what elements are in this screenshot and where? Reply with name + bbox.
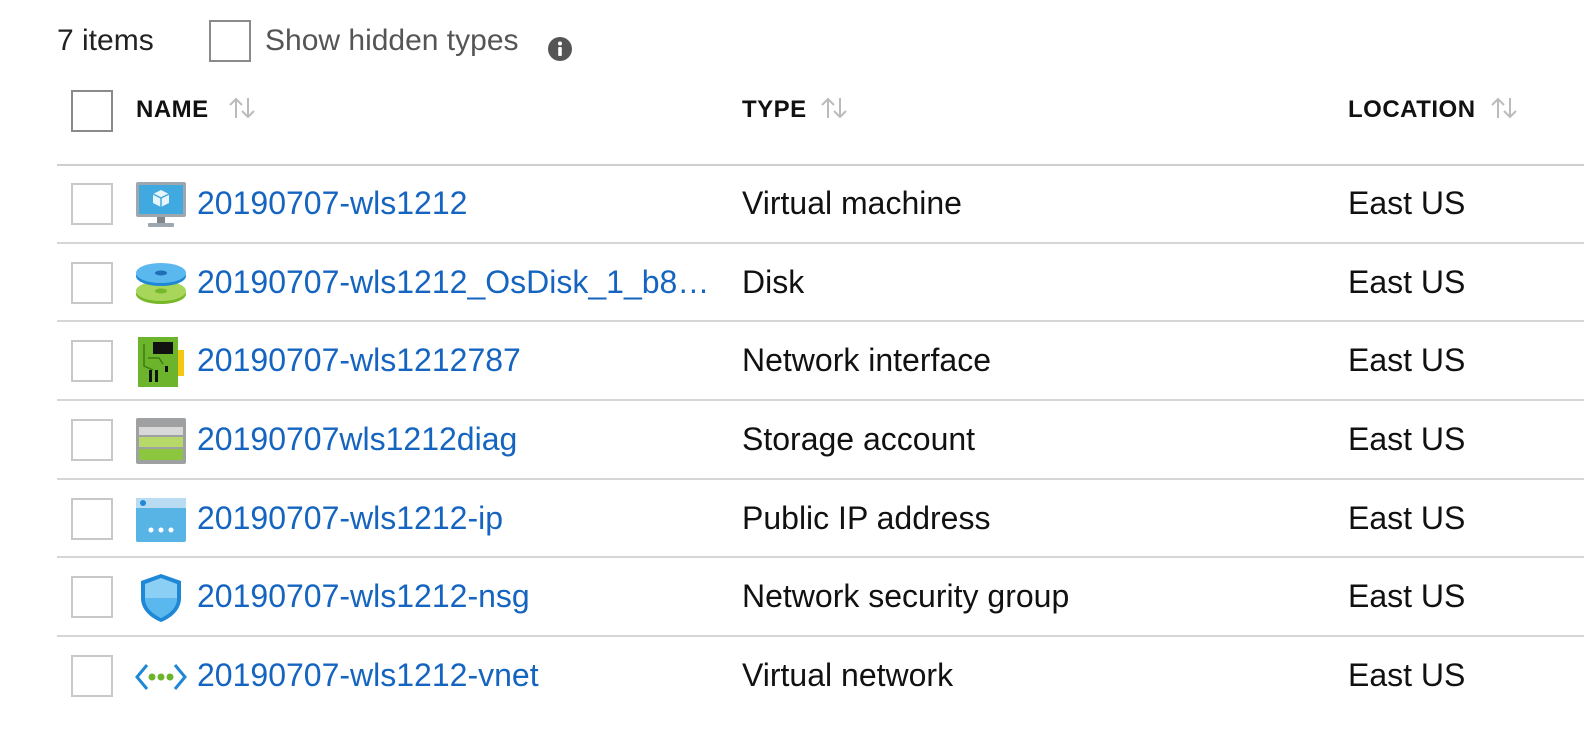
resource-location: East US	[1348, 578, 1466, 615]
table-header: NAME TYPE LOCATION	[0, 88, 1584, 166]
resource-type: Virtual network	[742, 657, 954, 694]
resource-location: East US	[1348, 499, 1466, 536]
row-checkbox[interactable]	[71, 655, 113, 698]
resource-name-link[interactable]: 20190707wls1212diag	[197, 421, 517, 458]
row-checkbox[interactable]	[71, 183, 113, 225]
row-checkbox[interactable]	[71, 340, 113, 383]
table-row: 20190707-wls1212_OsDisk_1_b8f9a… Disk Ea…	[57, 244, 1584, 323]
public-ip-icon	[136, 497, 186, 542]
resource-name-link[interactable]: 20190707-wls1212-nsg	[197, 578, 530, 615]
resource-type: Storage account	[742, 421, 976, 458]
resource-location: East US	[1348, 657, 1466, 694]
table-row: 20190707-wls1212-ip Public IP address Ea…	[57, 480, 1584, 559]
table-row: 20190707-wls1212-vnet Virtual network Ea…	[57, 637, 1584, 716]
resource-name-link[interactable]: 20190707-wls1212_OsDisk_1_b8f9a…	[197, 264, 717, 301]
sort-arrows-icon[interactable]	[226, 94, 260, 122]
shield-icon	[141, 574, 181, 623]
resource-location: East US	[1348, 263, 1466, 300]
storage-account-icon	[136, 418, 186, 465]
row-checkbox[interactable]	[71, 261, 113, 304]
info-icon[interactable]	[547, 36, 573, 62]
resource-location: East US	[1348, 342, 1466, 379]
table-row: 20190707wls1212diag Storage account East…	[57, 401, 1584, 480]
resource-type: Virtual machine	[742, 185, 962, 221]
table-row: 20190707-wls1212787 Network interface Ea…	[57, 322, 1584, 402]
resource-name-link[interactable]: 20190707-wls1212787	[197, 342, 521, 379]
network-interface-icon	[138, 337, 184, 388]
resource-type: Disk	[742, 263, 805, 300]
resource-name-link[interactable]: 20190707-wls1212-vnet	[197, 657, 539, 694]
resource-type: Network interface	[742, 342, 991, 379]
resource-name-link[interactable]: 20190707-wls1212	[197, 185, 467, 222]
row-checkbox[interactable]	[71, 576, 113, 619]
table-row: 20190707-wls1212 Virtual machine East US	[57, 165, 1584, 244]
sort-arrows-icon[interactable]	[818, 94, 852, 122]
table-row: 20190707-wls1212-nsg Network security gr…	[57, 558, 1584, 638]
row-checkbox[interactable]	[71, 419, 113, 462]
column-header-name[interactable]: NAME	[136, 96, 209, 124]
show-hidden-types-label[interactable]: Show hidden types	[265, 24, 519, 58]
resource-location: East US	[1348, 185, 1466, 221]
resource-location: East US	[1348, 421, 1466, 458]
resource-name-link[interactable]: 20190707-wls1212-ip	[197, 500, 503, 537]
row-checkbox[interactable]	[71, 497, 113, 540]
disk-icon	[136, 262, 186, 304]
toolbar: 7 items Show hidden types	[0, 0, 1584, 88]
column-header-location[interactable]: LOCATION	[1348, 96, 1476, 124]
show-hidden-types-checkbox[interactable]	[209, 20, 251, 62]
resource-type: Network security group	[742, 578, 1070, 615]
sort-arrows-icon[interactable]	[1488, 94, 1522, 122]
resource-list: 20190707-wls1212 Virtual machine East US…	[0, 165, 1584, 716]
virtual-network-icon	[135, 664, 187, 691]
resource-type: Public IP address	[742, 499, 991, 536]
virtual-machine-icon	[136, 182, 186, 227]
items-count: 7 items	[57, 24, 154, 57]
select-all-checkbox[interactable]	[71, 90, 113, 132]
column-header-type[interactable]: TYPE	[742, 96, 807, 124]
